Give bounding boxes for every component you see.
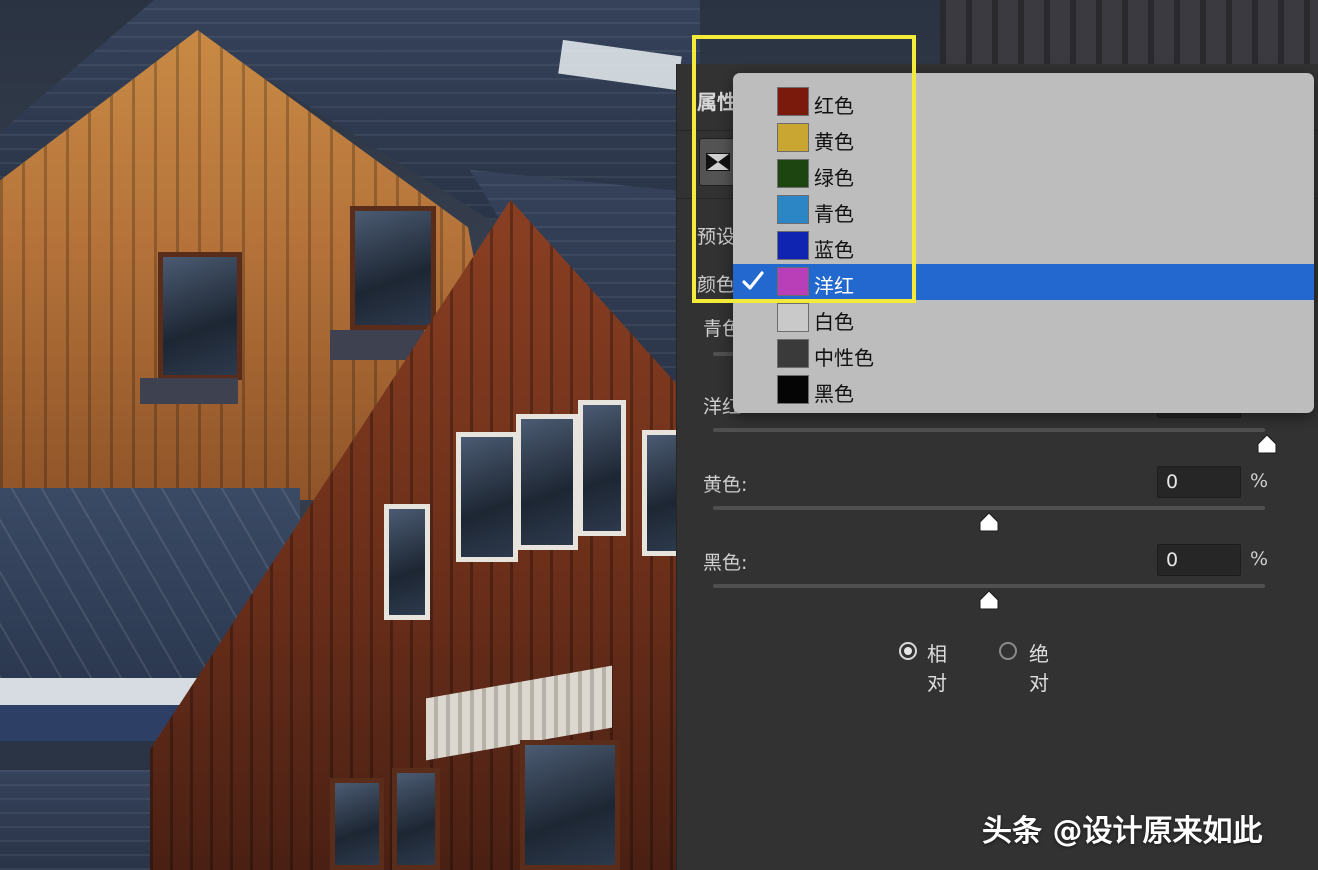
yellow-value-input[interactable]: 0	[1157, 466, 1241, 498]
black-slider-track[interactable]	[713, 584, 1265, 588]
absolute-radio-label[interactable]: 绝对	[1029, 638, 1049, 696]
color-option-8[interactable]: 黑色	[733, 372, 1314, 408]
black-percent: %	[1250, 548, 1269, 570]
black-slider-label: 黑色:	[703, 552, 748, 574]
black-value-input[interactable]: 0	[1157, 544, 1241, 576]
color-option-6[interactable]: 白色	[733, 300, 1314, 336]
color-swatch	[777, 339, 809, 368]
highlight-annotation-box	[692, 35, 916, 303]
yellow-slider-label: 黄色:	[703, 474, 748, 496]
yellow-slider-thumb[interactable]	[978, 512, 1000, 532]
watermark-text: 头条 @设计原来如此	[982, 814, 1263, 849]
color-option-label: 中性色	[814, 346, 874, 370]
color-option-7[interactable]: 中性色	[733, 336, 1314, 372]
color-swatch	[777, 375, 809, 404]
magenta-slider-thumb[interactable]	[1256, 434, 1278, 454]
yellow-percent: %	[1250, 470, 1269, 492]
color-option-label: 黑色	[814, 382, 854, 406]
black-slider-thumb[interactable]	[978, 590, 1000, 610]
relative-radio[interactable]	[899, 642, 917, 660]
color-swatch	[777, 303, 809, 332]
color-option-label: 白色	[814, 310, 854, 334]
relative-radio-label[interactable]: 相对	[927, 638, 947, 696]
absolute-radio[interactable]	[999, 642, 1017, 660]
yellow-slider-track[interactable]	[713, 506, 1265, 510]
magenta-slider-track[interactable]	[713, 428, 1265, 432]
